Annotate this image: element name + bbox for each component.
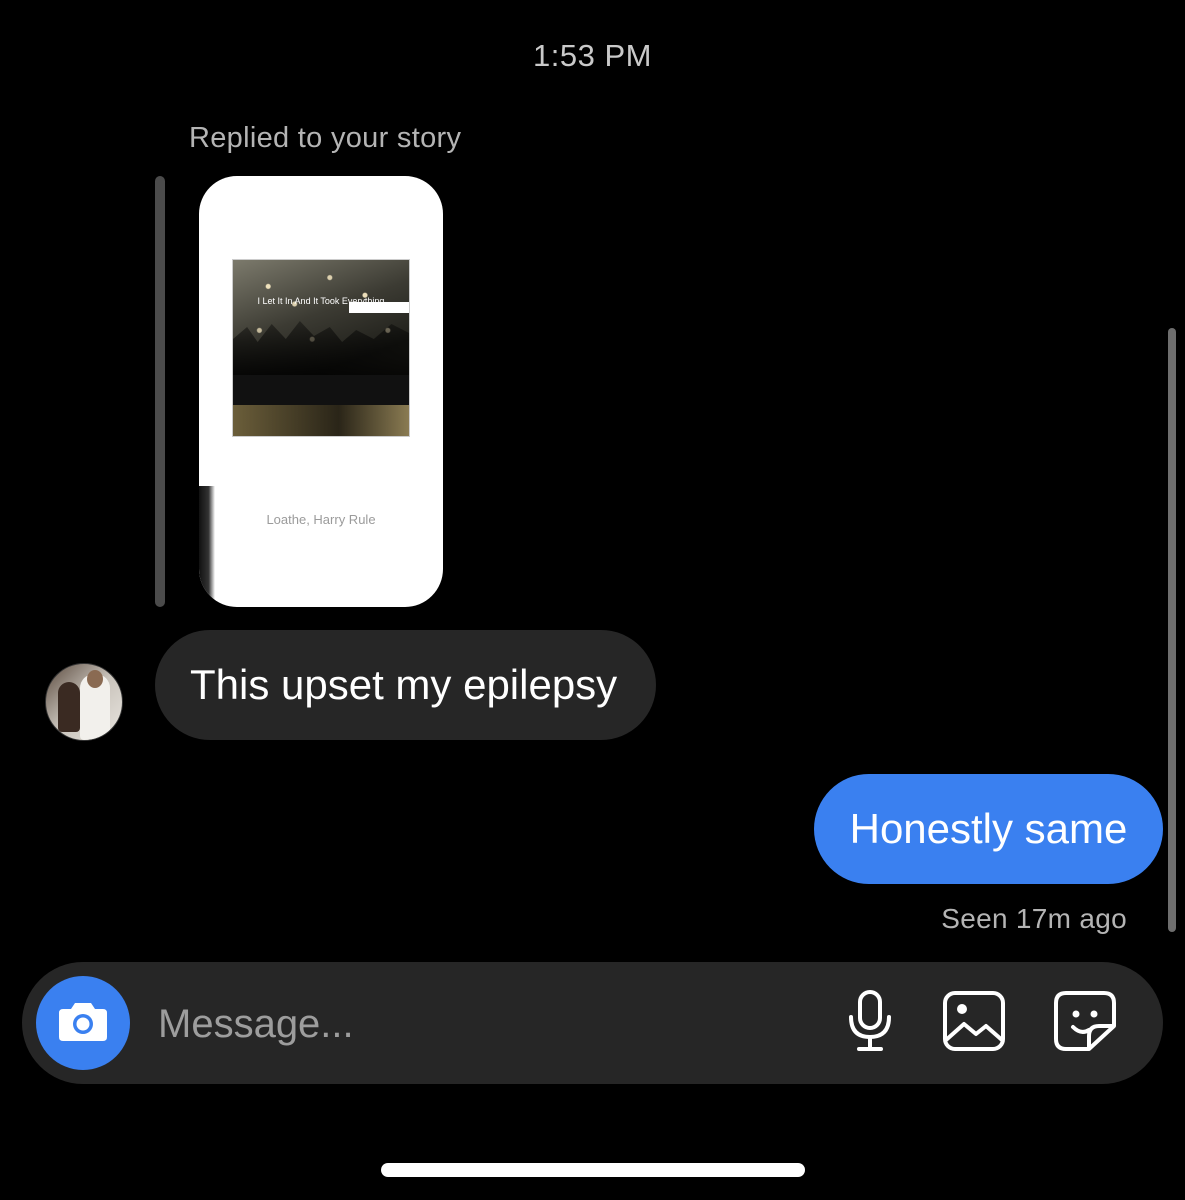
chat-scrollbar[interactable]: [1168, 328, 1176, 932]
incoming-message-bubble[interactable]: This upset my epilepsy: [155, 630, 656, 740]
album-cover-image: I Let It In And It Took Everything: [232, 259, 410, 437]
message-timestamp: 1:53 PM: [533, 38, 652, 73]
incoming-message-text: This upset my epilepsy: [190, 661, 618, 708]
gallery-button[interactable]: [939, 988, 1009, 1058]
story-smudge: [199, 486, 215, 607]
outgoing-message-bubble[interactable]: Honestly same: [814, 774, 1163, 884]
camera-icon: [57, 999, 109, 1048]
story-reply-label: Replied to your story: [189, 122, 462, 154]
microphone-icon: [845, 989, 895, 1058]
home-indicator[interactable]: [381, 1163, 805, 1177]
reply-quote-bar: [155, 176, 165, 607]
story-artist-name: Loathe, Harry Rule: [266, 512, 376, 527]
camera-button[interactable]: [36, 976, 130, 1070]
message-composer: [22, 962, 1163, 1084]
microphone-button[interactable]: [835, 988, 905, 1058]
sticker-icon: [1053, 990, 1117, 1057]
seen-status: Seen 17m ago: [941, 903, 1127, 934]
album-title: I Let It In And It Took Everything: [257, 296, 385, 306]
sender-avatar[interactable]: [45, 663, 123, 741]
outgoing-message-text: Honestly same: [849, 805, 1128, 852]
sticker-button[interactable]: [1050, 988, 1120, 1058]
image-icon: [942, 990, 1006, 1057]
story-preview-card[interactable]: I Let It In And It Took Everything Loath…: [199, 176, 443, 607]
message-input[interactable]: [156, 986, 800, 1062]
